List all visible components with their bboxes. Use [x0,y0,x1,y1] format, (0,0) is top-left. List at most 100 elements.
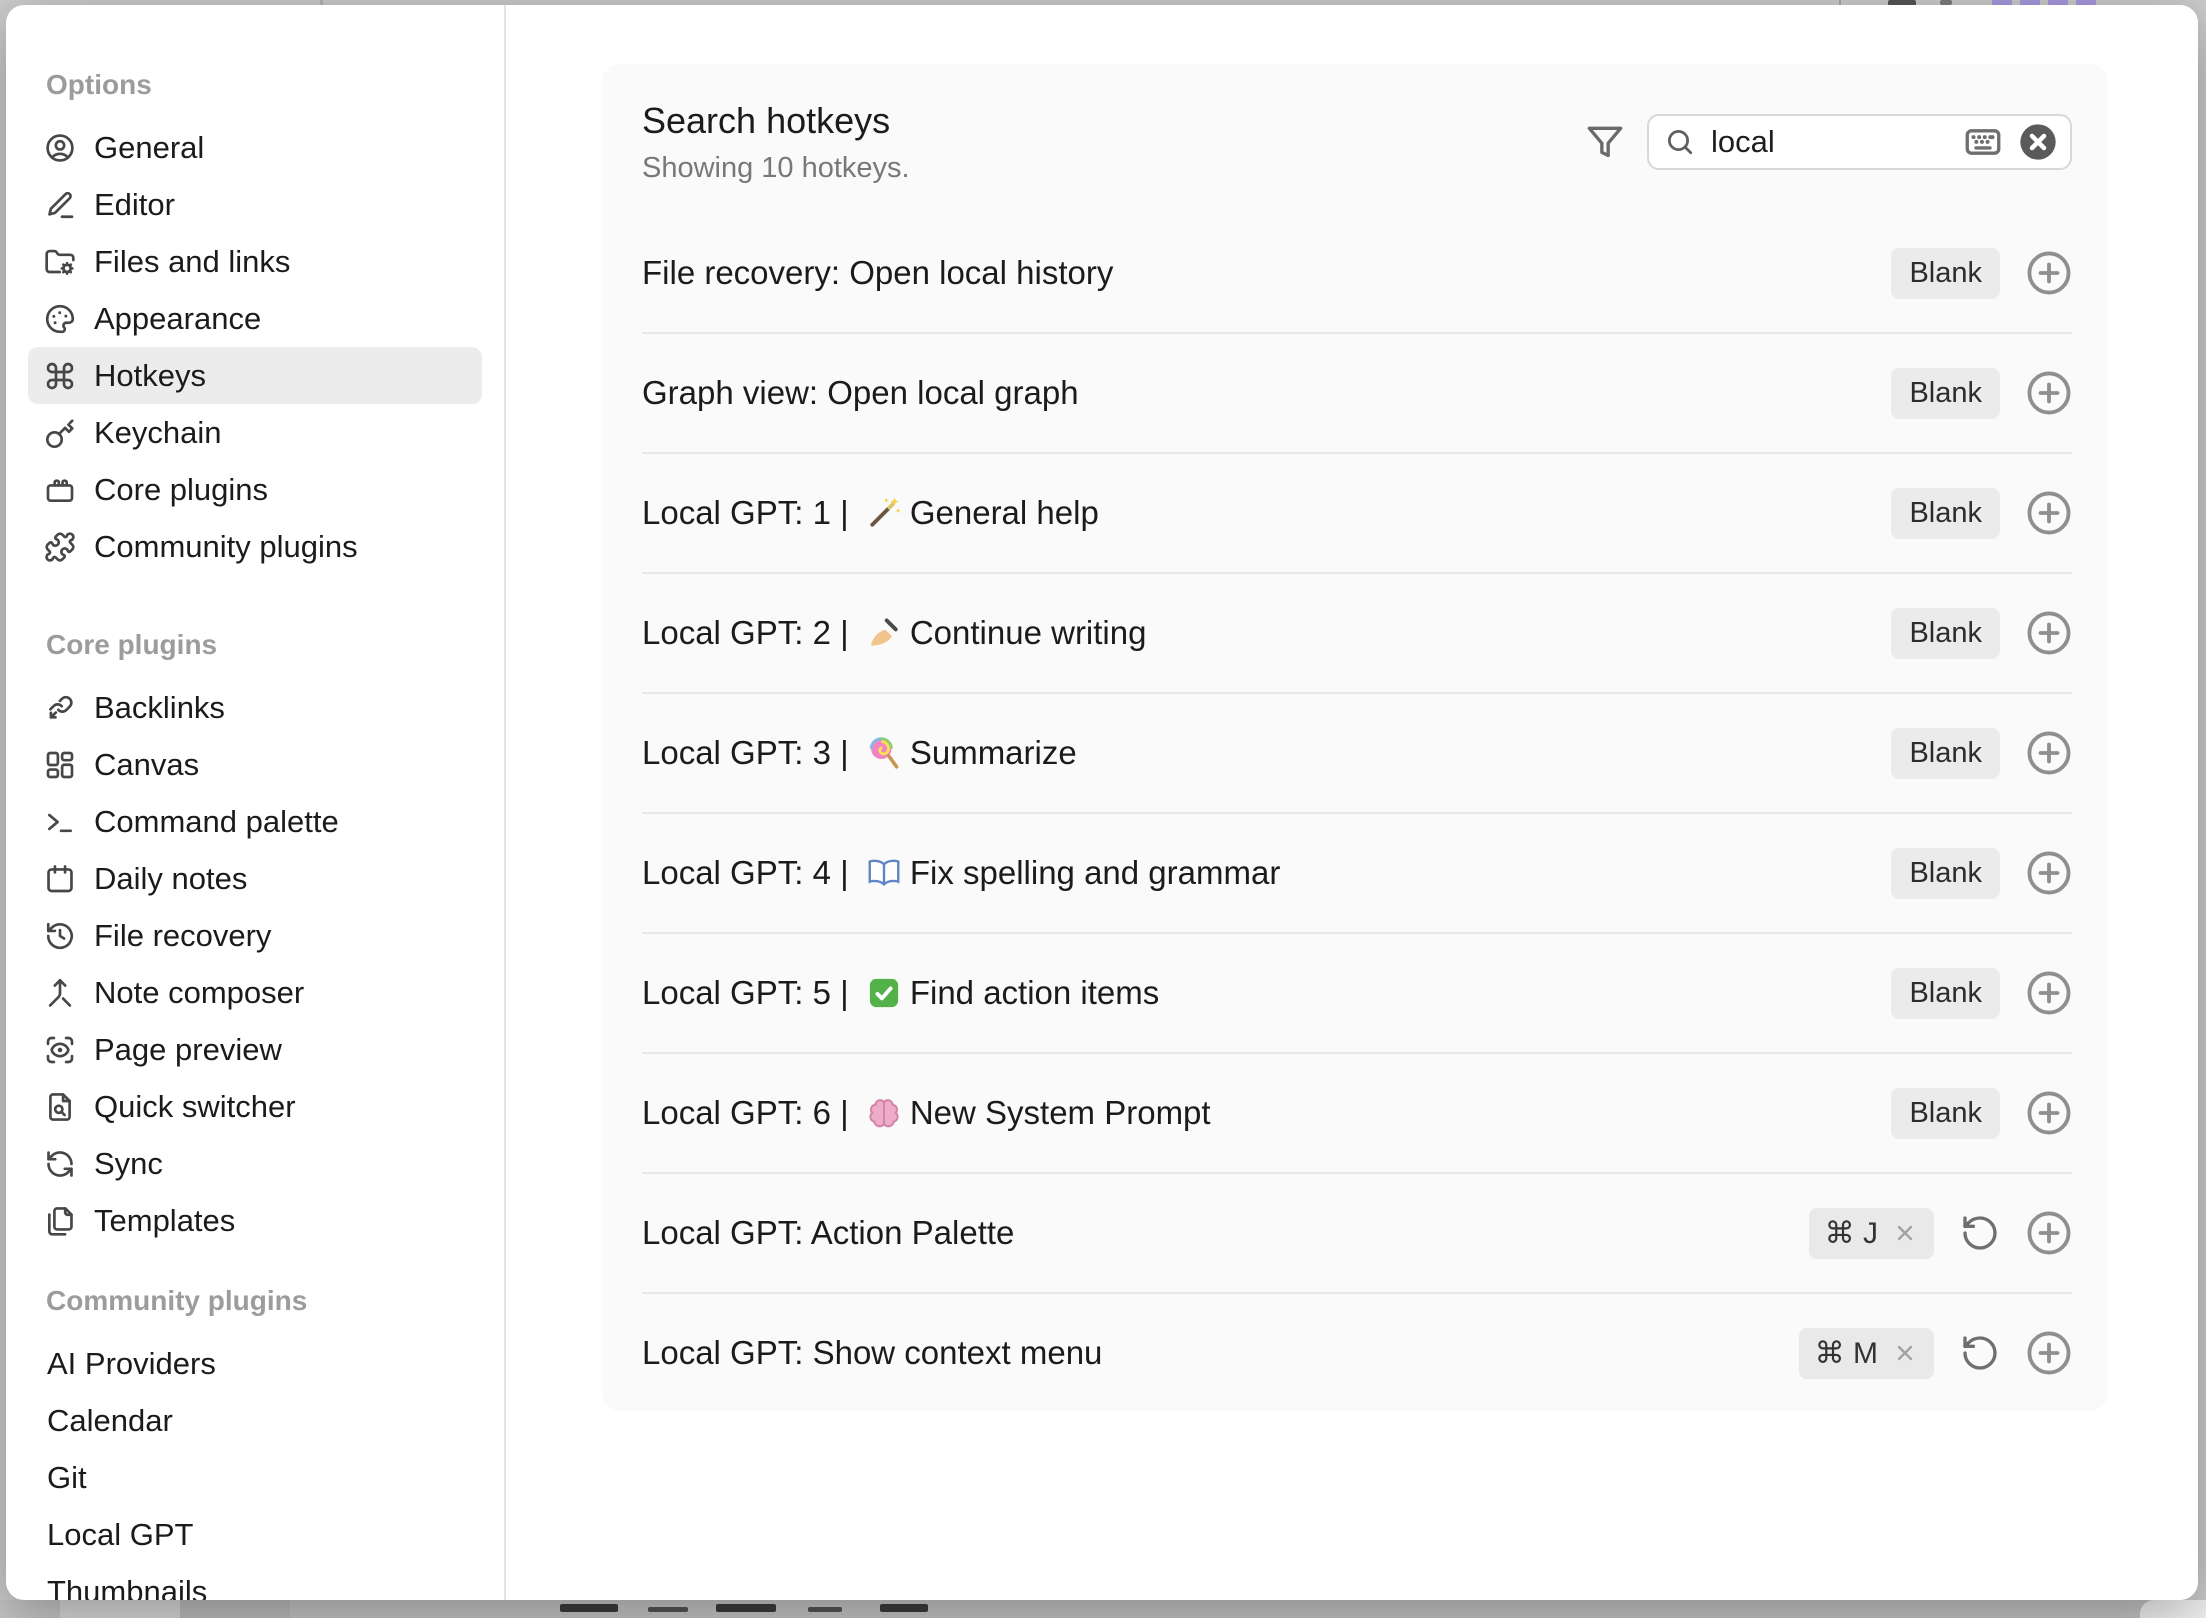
writing-hand-emoji-icon [866,615,902,651]
sidebar-section-header-core-plugins: Core plugins [6,627,504,663]
hotkey-badge: ⌘ M [1799,1328,1934,1379]
sidebar-item-label: Hotkeys [94,358,206,394]
hotkey-command-label: Local GPT: 5 | Find action items [642,974,1159,1012]
lollipop-emoji-icon [866,735,902,771]
restore-default-icon[interactable] [1960,1213,2000,1253]
backlinks-icon [44,692,76,724]
sidebar-item-core-plugins[interactable]: Core plugins [28,461,482,518]
sidebar-item-general[interactable]: General [28,119,482,176]
hotkey-row: Local GPT: 3 | Summarize Blank [642,694,2072,814]
sidebar-item-label: Community plugins [94,529,358,565]
sidebar-item-label: Templates [94,1203,235,1239]
hotkey-row-actions: Blank [1891,608,2072,659]
hotkey-row: Local GPT: 6 | New System PromptBlank [642,1054,2072,1174]
add-hotkey-button[interactable] [2026,370,2072,416]
results-count: Showing 10 hotkeys. [642,152,910,185]
brick-icon [44,474,76,506]
remove-hotkey-icon[interactable] [1892,1220,1918,1246]
sidebar-item-file-recovery[interactable]: File recovery [28,907,482,964]
add-hotkey-button[interactable] [2026,250,2072,296]
blank-hotkey-badge: Blank [1891,848,2000,899]
sidebar-section-header-community-plugins: Community plugins [6,1283,504,1319]
sidebar-item-backlinks[interactable]: Backlinks [28,679,482,736]
hotkey-row: Local GPT: Action Palette ⌘ J [642,1174,2072,1294]
sidebar-item-hotkeys[interactable]: Hotkeys [28,347,482,404]
magic-wand-emoji-icon [866,495,902,531]
sidebar-item-appearance[interactable]: Appearance [28,290,482,347]
background-text-fragment [648,1607,688,1612]
sidebar-item-label: Local GPT [47,1517,193,1553]
add-hotkey-button[interactable] [2026,970,2072,1016]
sidebar-item-community-plugins[interactable]: Community plugins [28,518,482,575]
sidebar-item-git[interactable]: Git [28,1449,482,1506]
search-input[interactable] [1709,123,1948,161]
add-hotkey-button[interactable] [2026,610,2072,656]
hotkey-row-actions: Blank [1891,728,2072,779]
hotkey-row-actions: Blank [1891,1088,2072,1139]
search-controls [1585,114,2072,170]
hotkey-command-label: Local GPT: Action Palette [642,1214,1014,1252]
hotkey-row: Local GPT: 5 | Find action itemsBlank [642,934,2072,1054]
hotkey-command-label: Local GPT: 2 | Continue writing [642,614,1146,652]
sidebar-item-label: Calendar [47,1403,173,1439]
hotkey-command-label: Local GPT: Show context menu [642,1334,1102,1372]
sidebar-item-label: Quick switcher [94,1089,296,1125]
sidebar-item-thumbnails[interactable]: Thumbnails [28,1563,482,1600]
folder-cog-icon [44,246,76,278]
sidebar-item-local-gpt[interactable]: Local GPT [28,1506,482,1563]
user-circle-icon [44,132,76,164]
sidebar-item-daily-notes[interactable]: Daily notes [28,850,482,907]
sidebar-item-label: Git [47,1460,87,1496]
add-hotkey-button[interactable] [2026,730,2072,776]
sidebar-item-label: General [94,130,204,166]
sidebar-item-keychain[interactable]: Keychain [28,404,482,461]
restore-default-icon[interactable] [1960,1333,2000,1373]
sidebar-item-canvas[interactable]: Canvas [28,736,482,793]
sidebar-item-editor[interactable]: Editor [28,176,482,233]
hotkey-badge: ⌘ J [1809,1208,1934,1259]
hotkey-row: Local GPT: 1 | General helpBlank [642,454,2072,574]
hotkey-row: Local GPT: 4 | Fix spelling and grammar B… [642,814,2072,934]
sidebar-item-calendar[interactable]: Calendar [28,1392,482,1449]
filter-icon[interactable] [1585,122,1625,162]
sidebar-section-header-options: Options [6,67,504,103]
sidebar-item-label: Core plugins [94,472,268,508]
desktop: Options General Editor Files and links Appea… [0,0,2206,1618]
key-icon [44,417,76,449]
refresh-icon [44,1148,76,1180]
add-hotkey-button[interactable] [2026,850,2072,896]
add-hotkey-button[interactable] [2026,1210,2072,1256]
remove-hotkey-icon[interactable] [1892,1340,1918,1366]
sidebar-item-templates[interactable]: Templates [28,1192,482,1249]
command-icon [44,360,76,392]
sidebar-item-ai-providers[interactable]: AI Providers [28,1335,482,1392]
hotkey-keys: ⌘ J [1825,1216,1878,1251]
keyboard-icon[interactable] [1962,121,2004,163]
sidebar-item-page-preview[interactable]: Page preview [28,1021,482,1078]
hotkey-command-label: Local GPT: 3 | Summarize [642,734,1077,772]
add-hotkey-button[interactable] [2026,490,2072,536]
sidebar-item-files-and-links[interactable]: Files and links [28,233,482,290]
sidebar-item-note-composer[interactable]: Note composer [28,964,482,1021]
sidebar-item-sync[interactable]: Sync [28,1135,482,1192]
hotkey-row: Graph view: Open local graphBlank [642,334,2072,454]
search-box [1647,114,2072,170]
hotkey-row-actions: ⌘ J [1809,1208,2072,1259]
hotkey-command-label: Local GPT: 4 | Fix spelling and grammar [642,854,1280,892]
background-text-fragment [808,1607,842,1612]
sidebar-item-command-palette[interactable]: Command palette [28,793,482,850]
sidebar-item-label: Appearance [94,301,261,337]
hotkey-row: Local GPT: Show context menu ⌘ M [642,1294,2072,1412]
add-hotkey-button[interactable] [2026,1330,2072,1376]
sidebar-item-quick-switcher[interactable]: Quick switcher [28,1078,482,1135]
hotkeys-header-text: Search hotkeys Showing 10 hotkeys. [642,100,910,185]
sidebar-item-label: Page preview [94,1032,282,1068]
add-hotkey-button[interactable] [2026,1090,2072,1136]
sidebar-item-label: Editor [94,187,175,223]
hotkeys-panel: Search hotkeys Showing 10 hotkeys. [602,64,2108,1411]
clear-search-icon[interactable] [2018,122,2058,162]
sidebar-item-label: Backlinks [94,690,225,726]
sidebar-item-label: Canvas [94,747,199,783]
hotkey-row-actions: Blank [1891,368,2072,419]
background-app-fragment [180,1600,290,1618]
